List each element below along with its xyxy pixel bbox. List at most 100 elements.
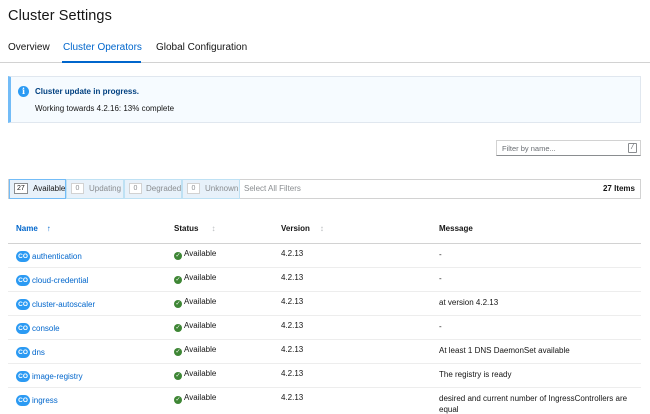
check-circle-icon: ✓ — [174, 372, 182, 380]
table-row: CO cluster-autoscaler ✓ Available 4.2.13 a… — [8, 292, 641, 316]
status-text: Available — [184, 321, 217, 330]
column-header-name[interactable]: Name ↑ — [16, 224, 51, 233]
operator-link[interactable]: cloud-credential — [32, 276, 88, 285]
status-cell: ✓ Available — [174, 393, 216, 404]
version-cell: 4.2.13 — [281, 297, 304, 306]
table-row: CO authentication ✓ Available 4.2.13 - — [8, 244, 641, 268]
operator-link[interactable]: cluster-autoscaler — [32, 300, 95, 309]
tab-cluster-operators[interactable]: Cluster Operators — [63, 42, 142, 53]
column-header-message: Message — [439, 224, 473, 233]
message-cell: - — [439, 322, 442, 331]
active-tab-indicator — [62, 61, 141, 63]
filter-label: Degraded — [146, 184, 182, 193]
message-cell: The registry is ready — [439, 370, 512, 379]
name-cell: CO dns — [16, 344, 45, 362]
name-cell: CO image-registry — [16, 368, 83, 386]
co-badge: CO — [16, 371, 30, 383]
message-cell: - — [439, 250, 442, 259]
co-badge: CO — [16, 251, 30, 263]
status-text: Available — [184, 369, 217, 378]
check-circle-icon: ✓ — [174, 324, 182, 332]
operator-link[interactable]: authentication — [32, 252, 82, 261]
items-count: 27 Items — [602, 184, 635, 193]
filter-count: 0 — [71, 183, 84, 194]
version-cell: 4.2.13 — [281, 273, 304, 282]
table-row: CO cloud-credential ✓ Available 4.2.13 - — [8, 268, 641, 292]
operator-link[interactable]: ingress — [32, 396, 58, 405]
table-row: CO dns ✓ Available 4.2.13 At least 1 DNS D… — [8, 340, 641, 364]
filter-unknown[interactable]: 0 Unknown — [182, 179, 240, 199]
page-title: Cluster Settings — [8, 8, 112, 24]
check-circle-icon: ✓ — [174, 348, 182, 356]
co-badge: CO — [16, 299, 30, 311]
name-cell: CO cloud-credential — [16, 272, 88, 290]
operator-link[interactable]: image-registry — [32, 372, 83, 381]
tab-overview[interactable]: Overview — [8, 42, 50, 53]
version-cell: 4.2.13 — [281, 321, 304, 330]
filter-box: / — [496, 140, 641, 156]
keyboard-shortcut-hint: / — [628, 143, 637, 153]
name-cell: CO cluster-autoscaler — [16, 296, 95, 314]
filter-by-name-input[interactable] — [497, 141, 625, 155]
status-text: Available — [184, 345, 217, 354]
sort-icon: ↕ — [319, 224, 324, 233]
operator-link[interactable]: console — [32, 324, 60, 333]
status-cell: ✓ Available — [174, 369, 216, 380]
select-all-filters-link[interactable]: Select All Filters — [244, 184, 301, 193]
version-cell: 4.2.13 — [281, 345, 304, 354]
co-badge: CO — [16, 323, 30, 335]
status-filter-bar: 27 Available 0 Updating 0 Degraded 0 Unk… — [8, 179, 641, 199]
tab-bar: Overview Cluster Operators Global Config… — [0, 36, 650, 63]
sort-ascending-icon: ↑ — [46, 224, 51, 233]
filter-updating[interactable]: 0 Updating — [66, 179, 124, 199]
table-row: CO ingress ✓ Available 4.2.13 desired and … — [8, 388, 641, 414]
check-circle-icon: ✓ — [174, 300, 182, 308]
co-badge: CO — [16, 347, 30, 359]
message-cell: At least 1 DNS DaemonSet available — [439, 346, 570, 355]
filter-count: 0 — [187, 183, 200, 194]
filter-degraded[interactable]: 0 Degraded — [124, 179, 182, 199]
status-text: Available — [184, 393, 217, 402]
sort-icon: ↕ — [211, 224, 216, 233]
status-cell: ✓ Available — [174, 297, 216, 308]
tab-global-configuration[interactable]: Global Configuration — [156, 42, 247, 53]
message-cell: desired and current number of IngressCon… — [439, 394, 628, 414]
column-header-label: Message — [439, 224, 473, 233]
status-text: Available — [184, 249, 217, 258]
message-cell: - — [439, 274, 442, 283]
status-cell: ✓ Available — [174, 273, 216, 284]
column-header-version[interactable]: Version ↕ — [281, 224, 324, 233]
info-icon: i — [18, 86, 29, 97]
check-circle-icon: ✓ — [174, 252, 182, 260]
column-header-status[interactable]: Status ↕ — [174, 224, 215, 233]
status-text: Available — [184, 273, 217, 282]
version-cell: 4.2.13 — [281, 249, 304, 258]
check-circle-icon: ✓ — [174, 276, 182, 284]
filter-count: 0 — [129, 183, 142, 194]
status-cell: ✓ Available — [174, 345, 216, 356]
column-header-label: Version — [281, 224, 310, 233]
operator-link[interactable]: dns — [32, 348, 45, 357]
name-cell: CO console — [16, 320, 60, 338]
update-alert: i Cluster update in progress. Working to… — [8, 76, 641, 123]
table-row: CO image-registry ✓ Available 4.2.13 The r… — [8, 364, 641, 388]
name-cell: CO ingress — [16, 392, 58, 410]
filter-label: Updating — [89, 184, 122, 193]
column-header-label: Status — [174, 224, 199, 233]
alert-title: Cluster update in progress. — [35, 87, 140, 96]
filter-label: Available — [33, 184, 66, 193]
column-header-label: Name — [16, 224, 38, 233]
filter-available[interactable]: 27 Available — [9, 179, 66, 199]
name-cell: CO authentication — [16, 248, 82, 266]
table-row: CO console ✓ Available 4.2.13 - — [8, 316, 641, 340]
filter-count: 27 — [14, 183, 28, 194]
status-cell: ✓ Available — [174, 321, 216, 332]
version-cell: 4.2.13 — [281, 393, 304, 402]
co-badge: CO — [16, 275, 30, 287]
filter-label: Unknown — [205, 184, 239, 193]
co-badge: CO — [16, 395, 30, 407]
status-cell: ✓ Available — [174, 249, 216, 260]
message-cell: at version 4.2.13 — [439, 298, 499, 307]
check-circle-icon: ✓ — [174, 396, 182, 404]
alert-body: Working towards 4.2.16: 13% complete — [35, 104, 175, 113]
